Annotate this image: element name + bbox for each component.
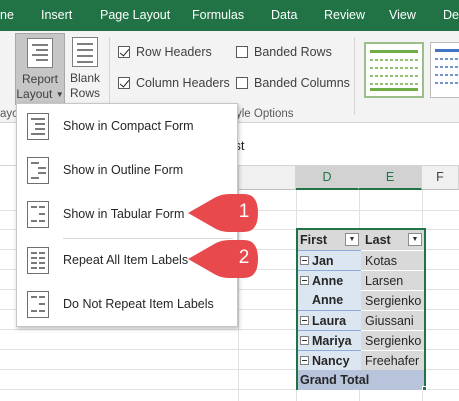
menu-item-label: Show in Outline Form [63, 163, 184, 177]
tab-home-partial[interactable]: ne [0, 8, 14, 22]
checkbox-checked-icon [118, 77, 130, 89]
chevron-down-icon: ▼ [55, 90, 64, 99]
report-layout-icon [27, 38, 53, 68]
pivot-style-swatch-selected[interactable] [364, 42, 424, 98]
filter-dropdown-icon: ▼ [408, 233, 422, 246]
column-header-d[interactable]: D [296, 166, 359, 190]
pivot-row-last-6[interactable]: Freehafer [361, 350, 424, 370]
column-headers-checkbox[interactable]: Column Headers [118, 76, 230, 90]
ribbon-separator [354, 37, 355, 115]
pivot-header-first[interactable]: First ▼ [298, 230, 361, 250]
pivot-row-first-3[interactable]: Anne [298, 290, 361, 310]
callout-2: 2 [186, 239, 266, 279]
blank-rows-label-2: Rows [69, 86, 100, 100]
filter-dropdown-icon: ▼ [345, 233, 359, 246]
pivot-row-last-2[interactable]: Larsen [361, 270, 424, 290]
pivot-row-first-5[interactable]: Mariya [298, 330, 361, 350]
pivot-row-first-2[interactable]: Anne [298, 270, 361, 290]
outline-form-icon [27, 157, 49, 184]
banded-columns-checkbox[interactable]: Banded Columns [236, 76, 350, 90]
pivot-row-last-4[interactable]: Giussani [361, 310, 424, 330]
fill-handle[interactable] [422, 386, 427, 391]
tab-page-layout[interactable]: Page Layout [100, 8, 170, 22]
row-headers-label: Row Headers [136, 45, 212, 59]
collapse-icon [300, 256, 309, 265]
menu-item-outline-form[interactable]: Show in Outline Form [17, 149, 237, 193]
menu-item-compact-form[interactable]: Show in Compact Form [17, 105, 237, 149]
style-options-group-label: yle Options [236, 108, 294, 120]
pivot-style-swatch[interactable] [430, 42, 459, 98]
banded-rows-label: Banded Rows [254, 45, 332, 59]
menu-item-label: Show in Tabular Form [63, 207, 185, 221]
pivot-row-first-6[interactable]: Nancy [298, 350, 361, 370]
pivot-style-preview-icon [435, 49, 459, 84]
collapse-icon [300, 336, 309, 345]
checkbox-unchecked-icon [236, 46, 248, 58]
repeat-labels-icon [27, 247, 49, 274]
blank-rows-icon [72, 37, 98, 67]
compact-form-icon [27, 113, 49, 140]
report-layout-button[interactable]: Report Layout ▼ [15, 33, 65, 105]
menu-item-do-not-repeat-labels[interactable]: Do Not Repeat Item Labels [17, 283, 237, 327]
blank-rows-label-1: Blank [69, 71, 101, 85]
pivot-row-first-1[interactable]: Jan [298, 250, 361, 270]
report-layout-label-2: Layout [16, 87, 53, 101]
tab-review[interactable]: Review [324, 8, 365, 22]
ribbon-tab-bar: ne Insert Page Layout Formulas Data Revi… [0, 0, 459, 31]
tab-formulas[interactable]: Formulas [192, 8, 244, 22]
column-headers-label: Column Headers [136, 76, 230, 90]
menu-item-label: Repeat All Item Labels [63, 253, 189, 267]
pivot-grand-total[interactable]: Grand Total [298, 370, 424, 390]
pivot-style-preview-icon [370, 50, 418, 91]
pivot-row-last-5[interactable]: Sergienko [361, 330, 424, 350]
banded-columns-label: Banded Columns [254, 76, 350, 90]
checkbox-checked-icon [118, 46, 130, 58]
menu-item-label: Show in Compact Form [63, 119, 194, 133]
callout-number: 1 [238, 201, 250, 222]
pivot-row-last-3[interactable]: Sergienko [361, 290, 424, 310]
row-headers-checkbox[interactable]: Row Headers [118, 45, 212, 59]
tabular-form-icon [27, 201, 49, 228]
column-header-f[interactable]: F [422, 166, 459, 190]
tab-view[interactable]: View [389, 8, 416, 22]
blank-rows-button[interactable]: Blank Rows ▼ [66, 33, 104, 113]
pivot-row-last-1[interactable]: Kotas [361, 250, 424, 270]
column-header-blank [238, 166, 296, 190]
checkbox-unchecked-icon [236, 77, 248, 89]
callout-1: 1 [186, 193, 266, 233]
banded-rows-checkbox[interactable]: Banded Rows [236, 45, 332, 59]
collapse-icon [300, 356, 309, 365]
tab-insert[interactable]: Insert [41, 8, 72, 22]
collapse-icon [300, 276, 309, 285]
column-header-e[interactable]: E [359, 166, 422, 190]
tab-data[interactable]: Data [271, 8, 297, 22]
menu-item-label: Do Not Repeat Item Labels [63, 297, 214, 311]
collapse-icon [300, 316, 309, 325]
pivot-table[interactable]: First ▼ Last ▼ Jan Kotas Anne Larsen Ann… [296, 228, 426, 390]
pivot-row-first-4[interactable]: Laura [298, 310, 361, 330]
report-layout-label-1: Report [21, 72, 59, 86]
callout-number: 2 [238, 247, 250, 268]
no-repeat-labels-icon [27, 291, 49, 318]
tab-design-partial[interactable]: De [443, 8, 459, 22]
pivot-header-last[interactable]: Last ▼ [361, 230, 424, 250]
